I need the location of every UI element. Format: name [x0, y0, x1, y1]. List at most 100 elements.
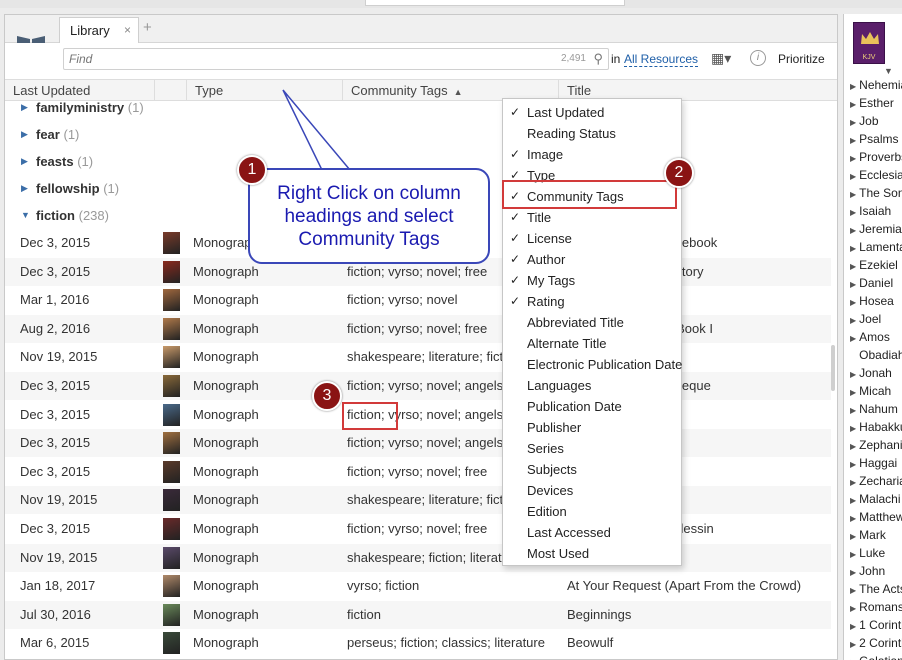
book-item[interactable]: ▶ Mark	[844, 526, 902, 544]
book-item[interactable]: ▶ Luke	[844, 544, 902, 562]
book-item[interactable]: ▶Nehemiah	[844, 76, 902, 94]
expand-triangle-icon[interactable]: ▶	[850, 370, 856, 379]
book-item[interactable]: ▶ Hosea	[844, 292, 902, 310]
table-row[interactable]: Mar 6, 2015 Monograph perseus; fiction; cl…	[5, 629, 831, 657]
expand-triangle-icon[interactable]: ▶	[850, 100, 856, 109]
expand-triangle-icon[interactable]: ▶	[850, 208, 856, 217]
expand-triangle-icon[interactable]: ▶	[850, 226, 856, 235]
book-item[interactable]: ▶Lamentations	[844, 238, 902, 256]
book-item[interactable]: ▶ Malachi	[844, 490, 902, 508]
menu-item-alternate-title[interactable]: Alternate Title	[503, 333, 681, 354]
book-item[interactable]: ▶ Romans	[844, 598, 902, 616]
expand-triangle-icon[interactable]: ▶	[21, 175, 28, 202]
expand-triangle-icon[interactable]: ▶	[850, 136, 856, 145]
book-item[interactable]: ▶1 Corinthians	[844, 616, 902, 634]
menu-item-last-updated[interactable]: ✓ Last Updated	[503, 102, 681, 123]
find-input[interactable]	[64, 49, 534, 69]
expand-triangle-icon[interactable]: ▶	[850, 406, 856, 415]
expand-triangle-icon[interactable]: ▶	[850, 154, 856, 163]
expand-triangle-icon[interactable]: ▶	[850, 262, 856, 271]
book-item[interactable]: ▶The Song	[844, 184, 902, 202]
expand-triangle-icon[interactable]: ▶	[850, 244, 856, 253]
book-item[interactable]: ▶ Amos	[844, 328, 902, 346]
info-icon[interactable]: i	[750, 50, 766, 66]
group-row[interactable]: ▶ familyministry (1)	[5, 101, 831, 121]
collapse-triangle-icon[interactable]: ▼	[21, 202, 30, 229]
book-item[interactable]: ▶ Jonah	[844, 364, 902, 382]
expand-triangle-icon[interactable]: ▶	[850, 298, 856, 307]
expand-triangle-icon[interactable]: ▶	[850, 640, 856, 649]
new-tab-icon[interactable]: +	[143, 19, 152, 36]
expand-triangle-icon[interactable]: ▶	[850, 514, 856, 523]
book-item[interactable]: ▶ Daniel	[844, 274, 902, 292]
prioritize-button[interactable]: Prioritize	[778, 52, 825, 66]
table-row[interactable]: Aug 2, 2016 Monograph fiction; vyrso; nove…	[5, 314, 831, 343]
expand-triangle-icon[interactable]: ▶	[850, 190, 856, 199]
book-item[interactable]: ▶ Matthew	[844, 508, 902, 526]
expand-triangle-icon[interactable]: ▶	[850, 82, 856, 91]
menu-item-title[interactable]: ✓ Title	[503, 207, 681, 228]
search-icon[interactable]: ⚲	[593, 51, 603, 67]
table-row[interactable]: Nov 19, 2015 Monograph shakespeare; litera…	[5, 343, 831, 371]
book-item[interactable]: ▶ Ezekiel	[844, 256, 902, 274]
expand-triangle-icon[interactable]: ▶	[850, 586, 856, 595]
menu-item-publisher[interactable]: Publisher	[503, 417, 681, 438]
group-row[interactable]: ▶ fear (1)	[5, 121, 831, 148]
menu-item-languages[interactable]: Languages	[503, 375, 681, 396]
scrollbar-thumb[interactable]	[831, 345, 835, 391]
table-row[interactable]: Dec 3, 2015Monographfiction; vyrso; nove…	[5, 401, 831, 429]
menu-item-my-tags[interactable]: ✓ My Tags	[503, 270, 681, 291]
table-row[interactable]: Dec 3, 2015Monographfiction; vyrso; nove…	[5, 429, 831, 458]
column-image[interactable]	[155, 80, 187, 101]
menu-item-series[interactable]: Series	[503, 438, 681, 459]
table-row[interactable]: Jul 30, 2016 Monograph fiction Beginnings	[5, 600, 831, 629]
expand-triangle-icon[interactable]: ▶	[850, 622, 856, 631]
book-item[interactable]: ▶ The Acts	[844, 580, 902, 598]
book-item[interactable]: ▶ Esther	[844, 94, 902, 112]
expand-triangle-icon[interactable]: ▶	[850, 442, 856, 451]
expand-triangle-icon[interactable]: ▶	[850, 424, 856, 433]
book-item[interactable]: ▶Jeremiah	[844, 220, 902, 238]
expand-triangle-icon[interactable]: ▶	[850, 280, 856, 289]
menu-item-edition[interactable]: Edition	[503, 501, 681, 522]
tab-library[interactable]: Library ×	[59, 17, 139, 43]
book-item[interactable]: ▶Obadiah	[844, 346, 902, 364]
expand-triangle-icon[interactable]: ▶	[850, 316, 856, 325]
menu-item-abbreviated-title[interactable]: Abbreviated Title	[503, 312, 681, 333]
book-item[interactable]: ▶ Nahum	[844, 400, 902, 418]
book-item[interactable]: ▶ Haggai	[844, 454, 902, 472]
book-item[interactable]: ▶ Psalms	[844, 130, 902, 148]
view-options-icon[interactable]: ▦▾	[711, 50, 731, 67]
menu-item-license[interactable]: ✓ License	[503, 228, 681, 249]
book-item[interactable]: ▶Zechariah	[844, 472, 902, 490]
expand-triangle-icon[interactable]: ▶	[850, 172, 856, 181]
book-item[interactable]: ▶ Joel	[844, 310, 902, 328]
column-type[interactable]: Type	[187, 80, 343, 101]
expand-triangle-icon[interactable]: ▶	[850, 532, 856, 541]
table-row[interactable]: Nov 19, 2015 Monograph shakespeare; litera…	[5, 486, 831, 515]
expand-triangle-icon[interactable]: ▶	[850, 496, 856, 505]
menu-item-rating[interactable]: ✓ Rating	[503, 291, 681, 312]
menu-item-reading-status[interactable]: Reading Status	[503, 123, 681, 144]
table-row[interactable]: Dec 3, 2015Monographfiction; vyrso; nove…	[5, 458, 831, 486]
expand-triangle-icon[interactable]: ▶	[21, 101, 28, 121]
all-resources-link[interactable]: All Resources	[624, 52, 699, 67]
table-row[interactable]: Dec 3, 2015Monographfiction; vyrso; nove…	[5, 372, 831, 400]
expand-triangle-icon[interactable]: ▶	[850, 460, 856, 469]
table-row[interactable]: Jan 18, 2017 Monograph vyrso; fiction At Yo…	[5, 572, 831, 600]
menu-item-author[interactable]: ✓ Author	[503, 249, 681, 270]
expand-triangle-icon[interactable]: ▶	[850, 604, 856, 613]
table-row[interactable]: Nov 19, 2015 Monograph shakespeare; fictio…	[5, 543, 831, 572]
expand-triangle-icon[interactable]: ▶	[850, 568, 856, 577]
book-item[interactable]: ▶ John	[844, 562, 902, 580]
book-item[interactable]: ▶ Micah	[844, 382, 902, 400]
menu-item-most-used[interactable]: Most Used	[503, 543, 681, 564]
bible-menu-caret-icon[interactable]: ▼	[884, 66, 893, 76]
menu-item-subjects[interactable]: Subjects	[503, 459, 681, 480]
table-row[interactable]: Dec 3, 2015Monographfiction; vyrso; nove…	[5, 515, 831, 543]
expand-triangle-icon[interactable]: ▶	[21, 148, 28, 175]
book-item[interactable]: ▶2 Corinthians	[844, 634, 902, 652]
table-row[interactable]: Mar 1, 2016 Monograph fiction; vyrso; nove…	[5, 286, 831, 314]
book-item[interactable]: ▶Galatians	[844, 652, 902, 660]
menu-item-devices[interactable]: Devices	[503, 480, 681, 501]
